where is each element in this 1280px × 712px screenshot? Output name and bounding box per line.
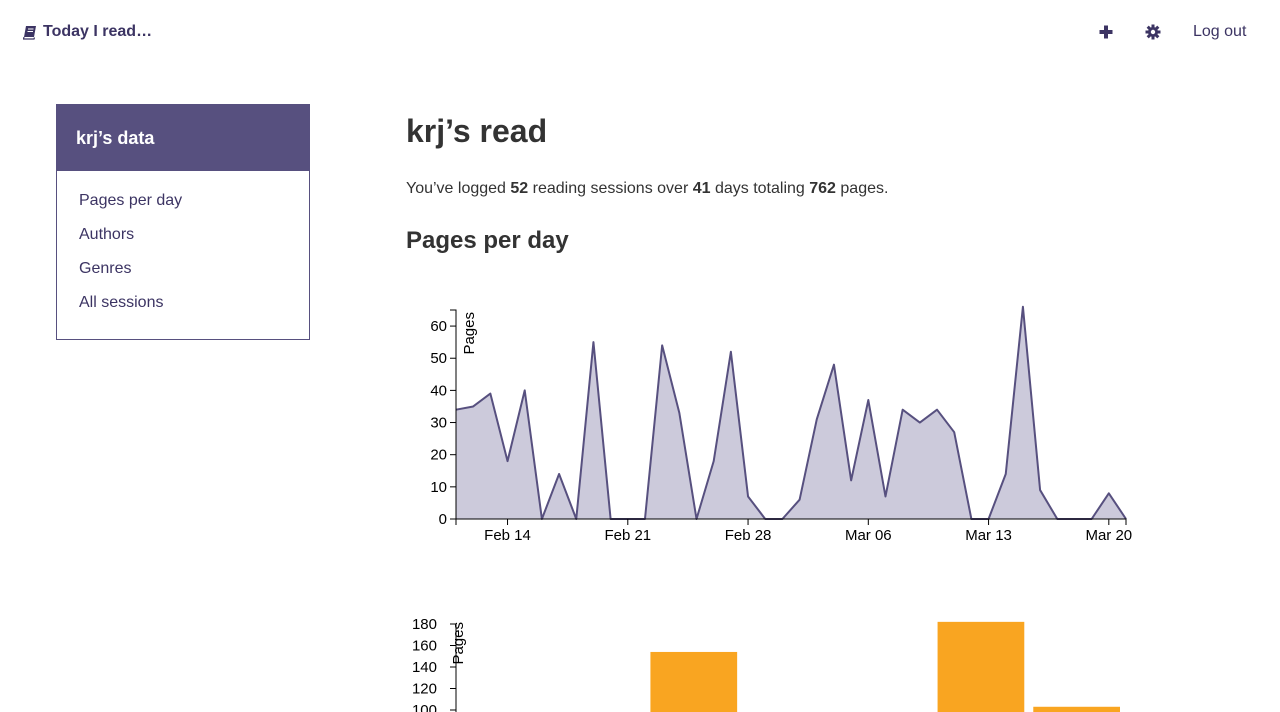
y-tick-label: 50 bbox=[430, 350, 447, 367]
x-tick-label: Mar 13 bbox=[965, 527, 1012, 544]
y-axis-line bbox=[450, 309, 457, 520]
y-tick-label: 20 bbox=[430, 447, 447, 464]
pages-per-day-chart: 0 10 20 30 40 50 60 Pages Feb 14 Feb 21 Feb 28 Mar … bbox=[430, 305, 1132, 544]
x-tick-label: Feb 14 bbox=[484, 527, 531, 544]
section-title-pages-per-day: Pages per day bbox=[406, 227, 569, 254]
x-tick-label: Feb 28 bbox=[725, 527, 772, 544]
y-axis-label: Pages bbox=[450, 622, 467, 665]
sidebar-link-all-sessions[interactable]: All sessions bbox=[79, 294, 163, 311]
y-tick-label: 40 bbox=[430, 382, 447, 399]
sidebar-link-authors[interactable]: Authors bbox=[79, 226, 134, 243]
y-tick-label: 10 bbox=[430, 479, 447, 496]
y-tick-label: 180 bbox=[412, 616, 437, 633]
book-icon bbox=[23, 25, 36, 40]
x-axis-line bbox=[455, 518, 1127, 525]
summary-mid-2: days totaling bbox=[710, 180, 810, 197]
y-tick-label: 60 bbox=[430, 318, 447, 335]
pages-bar-chart: 100120140160180 Pages bbox=[412, 616, 1120, 712]
summary-prefix: You’ve logged bbox=[406, 180, 511, 197]
sidebar-item-genres: Genres bbox=[79, 260, 309, 294]
summary-mid-1: reading sessions over bbox=[528, 180, 693, 197]
y-tick-label: 140 bbox=[412, 659, 437, 676]
plus-icon[interactable] bbox=[1097, 23, 1115, 41]
x-tick-label: Feb 21 bbox=[604, 527, 651, 544]
sidebar: krj’s data Pages per day Authors Genres … bbox=[56, 104, 310, 340]
summary-suffix: pages. bbox=[835, 180, 889, 197]
bar bbox=[937, 621, 1025, 712]
days-count: 41 bbox=[692, 180, 711, 197]
y-tick-label: 0 bbox=[439, 511, 447, 528]
bar bbox=[650, 651, 738, 712]
top-navbar: Today I read… Log out bbox=[0, 0, 1280, 64]
y-axis-label: Pages bbox=[461, 312, 478, 355]
log-out-link[interactable]: Log out bbox=[1193, 22, 1246, 42]
sessions-count: 52 bbox=[510, 180, 529, 197]
sidebar-link-pages-per-day[interactable]: Pages per day bbox=[79, 192, 182, 209]
sidebar-item-all-sessions: All sessions bbox=[79, 294, 309, 328]
x-tick-label: Mar 20 bbox=[1085, 527, 1132, 544]
y-tick-label: 30 bbox=[430, 415, 447, 432]
sidebar-nav: Pages per day Authors Genres All session… bbox=[57, 171, 309, 328]
brand-label: Today I read… bbox=[43, 23, 153, 40]
page-title: krj’s read bbox=[406, 113, 548, 149]
bar bbox=[1033, 706, 1120, 712]
sidebar-item-pages-per-day: Pages per day bbox=[79, 192, 309, 226]
brand-link[interactable]: Today I read… bbox=[23, 22, 152, 42]
sidebar-item-authors: Authors bbox=[79, 226, 309, 260]
sidebar-link-genres[interactable]: Genres bbox=[79, 260, 131, 277]
gear-icon[interactable] bbox=[1144, 23, 1162, 41]
y-tick-label: 120 bbox=[412, 681, 437, 698]
reading-summary: You’ve logged 52 reading sessions over 4… bbox=[406, 180, 888, 198]
y-tick-label: 160 bbox=[412, 638, 437, 655]
x-tick-label: Mar 06 bbox=[845, 527, 892, 544]
sidebar-title: krj’s data bbox=[57, 105, 309, 171]
pages-count: 762 bbox=[809, 180, 836, 197]
